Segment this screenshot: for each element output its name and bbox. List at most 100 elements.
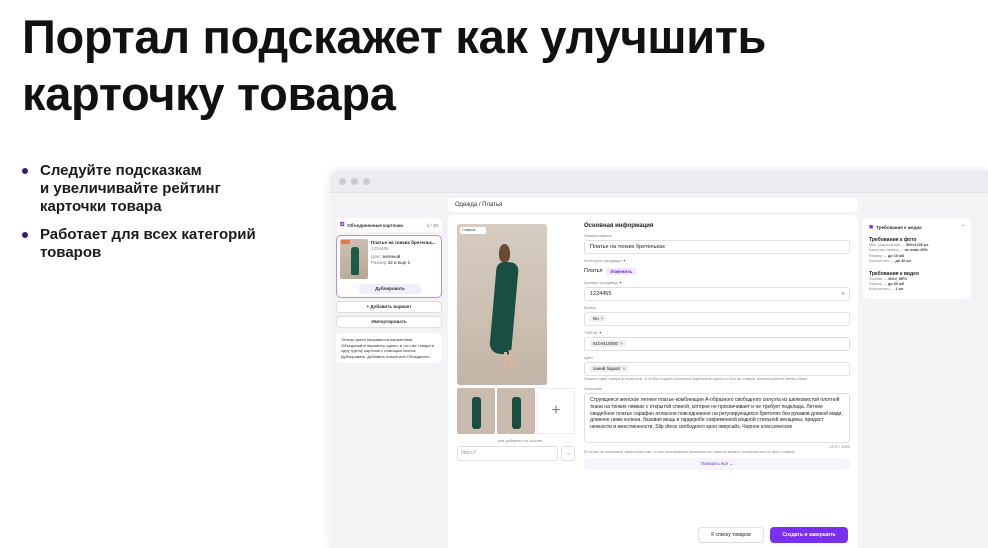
name-field[interactable]: Платье на тонких бретельках	[584, 240, 850, 254]
breadcrumb[interactable]: Одежда / Платья	[448, 198, 858, 212]
variants-header: ⧉ Объединенные карточки 1 / 30	[336, 218, 442, 232]
requirement-value: 1 шт	[895, 287, 904, 292]
brand-chip-label: No	[593, 316, 599, 321]
variants-header-label: Объединенные карточки	[347, 222, 404, 228]
color-chip-label: синий бархат	[593, 366, 621, 371]
sparkle-icon: ✦	[598, 330, 602, 335]
main-product-photo[interactable]: Главное	[457, 224, 547, 385]
color-hint: Укажите цвет товара в этом поле, а чтобы…	[584, 377, 808, 381]
form-footer: К списку товаров Создать и завершить	[698, 527, 848, 543]
image-icon: ▣	[869, 224, 874, 229]
requirement-value: MOV, MP4	[888, 276, 907, 281]
slide-title: Портал подскажет как улучшить карточку т…	[22, 10, 767, 120]
remove-chip-icon[interactable]: ×	[601, 316, 604, 321]
requirement-line: Количество — 1 шт	[869, 287, 904, 292]
variant-card[interactable]: Платье на тонких бретельк... 1224455 Цве…	[336, 235, 442, 298]
category-row: Платья Изменить	[584, 266, 850, 276]
window-close-dot-icon[interactable]	[339, 178, 346, 185]
tnved-label-row: ТНВЭД ✦	[584, 330, 850, 336]
photo-thumbnail[interactable]	[457, 388, 495, 434]
name-label: Наименование	[584, 233, 612, 238]
app-window: Одежда / Платья ⧉ Объединенные карточки …	[330, 171, 988, 548]
chevron-down-icon: ⌄	[729, 461, 734, 466]
variant-color-value: зеленый	[382, 254, 401, 259]
variant-card-article: 1224455	[371, 246, 389, 251]
brand-chip: No ×	[590, 315, 607, 322]
photo-thumbnail[interactable]	[497, 388, 535, 434]
add-photo-plus-icon[interactable]: +	[537, 388, 575, 434]
remove-chip-icon[interactable]: ×	[623, 366, 626, 371]
article-field[interactable]: 1224455 ⊗	[584, 287, 850, 301]
remove-chip-icon[interactable]: ×	[620, 341, 623, 346]
window-minimize-dot-icon[interactable]	[351, 178, 358, 185]
dress-figure	[489, 261, 519, 355]
requirement-value: 900х1200 px	[906, 243, 929, 247]
brand-label: Бренд	[584, 305, 596, 310]
url-hint: или добавить по ссылке	[497, 438, 543, 443]
add-variant-label: Добавить вариант	[370, 304, 412, 309]
brand-field[interactable]: No ×	[584, 312, 850, 326]
show-all-label: Показать все	[700, 461, 729, 466]
sparkle-icon: ✦	[622, 258, 627, 263]
description-label: Описание	[584, 386, 603, 391]
requirement-value: до 50 мб	[887, 282, 905, 287]
duplicate-button[interactable]: Дублировать	[359, 284, 421, 294]
requirement-key: Количество	[869, 287, 890, 292]
tnved-chip-label: 6104410000	[593, 341, 619, 346]
autofill-hint: Если вы не заполните характеристики, то …	[584, 450, 795, 454]
import-button[interactable]: Импортировать	[336, 316, 442, 328]
main-photo-badge: Главное	[460, 227, 486, 234]
color-field[interactable]: синий бархат ×	[584, 362, 850, 376]
show-all-button[interactable]: Показать все ⌄	[584, 458, 850, 470]
article-value: 1224455	[590, 291, 612, 297]
back-to-list-button[interactable]: К списку товаров	[698, 527, 764, 543]
variants-panel: ⧉ Объединенные карточки 1 / 30 Платье на…	[336, 218, 442, 363]
change-category-button[interactable]: Изменить	[606, 267, 637, 275]
color-chip: синий бархат ×	[590, 365, 629, 372]
model-figure	[499, 244, 510, 262]
tnved-chip: 6104410000 ×	[590, 340, 626, 347]
color-label: Цвет	[584, 355, 593, 360]
category-value: Платья	[584, 268, 603, 274]
window-maximize-dot-icon[interactable]	[363, 178, 370, 185]
arrow-right-icon[interactable]: →	[561, 446, 575, 461]
bullet-list: Следуйте подсказкам и увеличивайте рейти…	[22, 162, 312, 272]
variants-info-note: Теперь цвета называются вариантами. Объе…	[336, 333, 442, 363]
requirement-key: Размер	[869, 282, 883, 287]
bullet-dot-icon	[22, 232, 28, 238]
create-and-finish-button[interactable]: Создать и завершить	[770, 527, 848, 543]
window-titlebar	[330, 171, 988, 193]
bullet-dot-icon	[22, 168, 28, 174]
requirement-key: Качество сжатия	[869, 248, 899, 253]
article-label: Артикул продавца	[584, 280, 618, 285]
media-requirements-panel: ▣ Требования к медиа ⌃ Требования к фото…	[863, 218, 971, 299]
media-requirements-header[interactable]: ▣ Требования к медиа ⌃	[869, 223, 965, 231]
main-info-form: Основная информация Наименование Платье …	[584, 223, 850, 470]
variant-card-thumbnail	[340, 239, 368, 279]
dress-figure	[512, 397, 521, 429]
bullet-text: Работает для всех категорий товаров	[40, 226, 256, 261]
dress-figure	[472, 397, 481, 429]
requirement-key: Количество	[869, 259, 890, 264]
add-variant-button[interactable]: + Добавить вариант	[336, 301, 442, 313]
sparkle-icon: ✦	[618, 280, 623, 285]
model-leg	[508, 349, 515, 369]
variant-size-value: 42 и еще 1	[387, 260, 411, 265]
description-counter: 1376 / 2000	[828, 444, 850, 449]
tnved-label: ТНВЭД	[584, 330, 598, 335]
requirement-key: Формат	[869, 276, 883, 281]
photo-url-input[interactable]: https://	[457, 446, 558, 461]
merge-cards-icon: ⧉	[340, 221, 345, 228]
chevron-up-icon[interactable]: ⌃	[961, 224, 965, 230]
requirement-value: до 30 шт	[895, 259, 912, 264]
clear-icon[interactable]: ⊗	[841, 288, 845, 300]
variant-tag-icon	[341, 240, 350, 244]
tnved-field[interactable]: 6104410000 ×	[584, 337, 850, 351]
model-leg	[504, 352, 507, 370]
requirement-value: не ниже 85%	[904, 248, 928, 253]
photo-thumbnails: +	[457, 388, 583, 434]
media-requirements-title: Требования к медиа	[876, 224, 922, 230]
requirement-line: Количество — до 30 шт	[869, 259, 912, 264]
description-textarea[interactable]: Струящееся женское летнее платье-комбина…	[584, 393, 850, 443]
variant-size-label: Размер	[371, 260, 387, 265]
